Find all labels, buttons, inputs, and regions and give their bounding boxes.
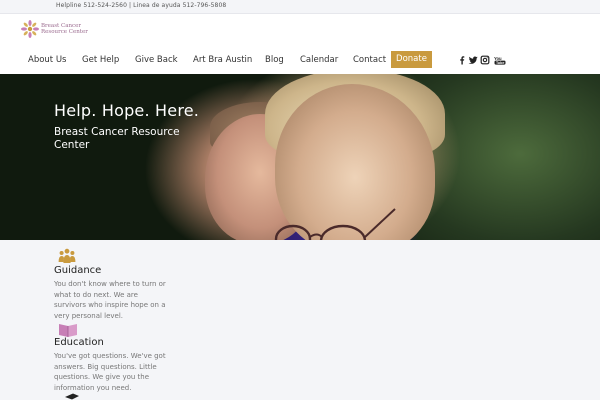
svg-text:Tube: Tube [496, 61, 504, 65]
nav-item-contact[interactable]: Contact [353, 55, 386, 65]
nav-item-blog[interactable]: Blog [265, 55, 284, 65]
feature-text-guidance: You don't know where to turn or what to … [54, 280, 166, 320]
instagram-icon[interactable] [480, 55, 490, 65]
nav-item-give-back[interactable]: Give Back [135, 55, 178, 65]
graduation-cap-icon [65, 393, 79, 400]
feature-title-education: Education [54, 337, 104, 348]
hero-title: Help. Hope. Here. [54, 101, 200, 120]
nav-item-get-help[interactable]: Get Help [82, 55, 119, 65]
hero-banner: Help. Hope. Here. Breast Cancer Resource… [0, 74, 600, 240]
feature-title-guidance: Guidance [54, 265, 102, 276]
book-icon [59, 324, 77, 337]
hero-subtitle: Breast Cancer Resource Center [54, 126, 180, 151]
site-header: Breast Cancer Resource Center About Us G… [0, 14, 600, 74]
logo-line-2: Resource Center [41, 29, 88, 35]
donate-button[interactable]: Donate [391, 51, 432, 68]
hero-photo-glasses [274, 208, 396, 240]
nav-item-art-bra-austin[interactable]: Art Bra Austin [193, 55, 252, 65]
logo[interactable]: Breast Cancer Resource Center [20, 19, 92, 39]
main-nav: About Us Get Help Give Back Art Bra Aust… [0, 51, 600, 69]
nav-item-calendar[interactable]: Calendar [300, 55, 338, 65]
logo-text: Breast Cancer Resource Center [41, 23, 88, 35]
facebook-icon[interactable] [457, 55, 467, 65]
group-icon [58, 248, 76, 263]
nav-item-about-us[interactable]: About Us [28, 55, 66, 65]
youtube-icon[interactable]: You Tube [494, 55, 506, 65]
twitter-icon[interactable] [468, 55, 478, 65]
features-section: Guidance You don't know where to turn or… [0, 240, 600, 400]
feature-text-education: You've got questions. We've got answers.… [54, 352, 166, 392]
logo-mark-icon [21, 20, 39, 38]
helpline-text: Helpline 512-524-2560 | Linea de ayuda 5… [56, 2, 227, 9]
top-bar: Helpline 512-524-2560 | Linea de ayuda 5… [0, 0, 600, 14]
